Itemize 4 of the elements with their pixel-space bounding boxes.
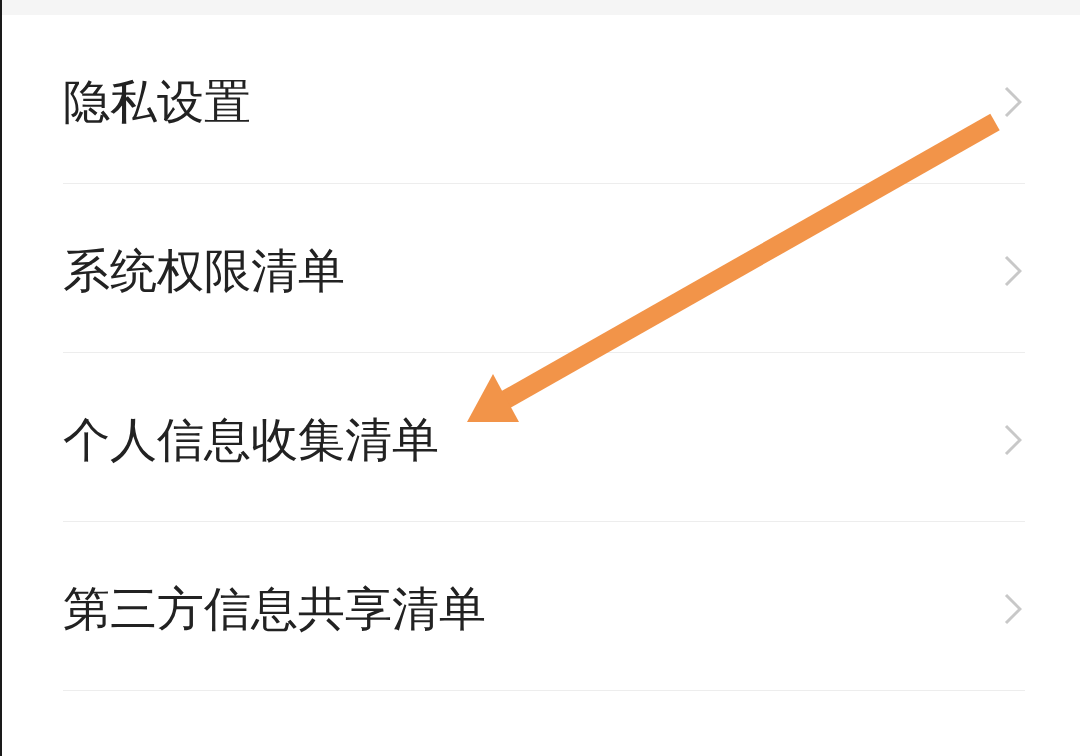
chevron-right-icon bbox=[1004, 424, 1022, 456]
chevron-right-icon bbox=[1004, 593, 1022, 625]
chevron-right-icon bbox=[1004, 255, 1022, 287]
chevron-right-icon bbox=[1004, 86, 1022, 118]
